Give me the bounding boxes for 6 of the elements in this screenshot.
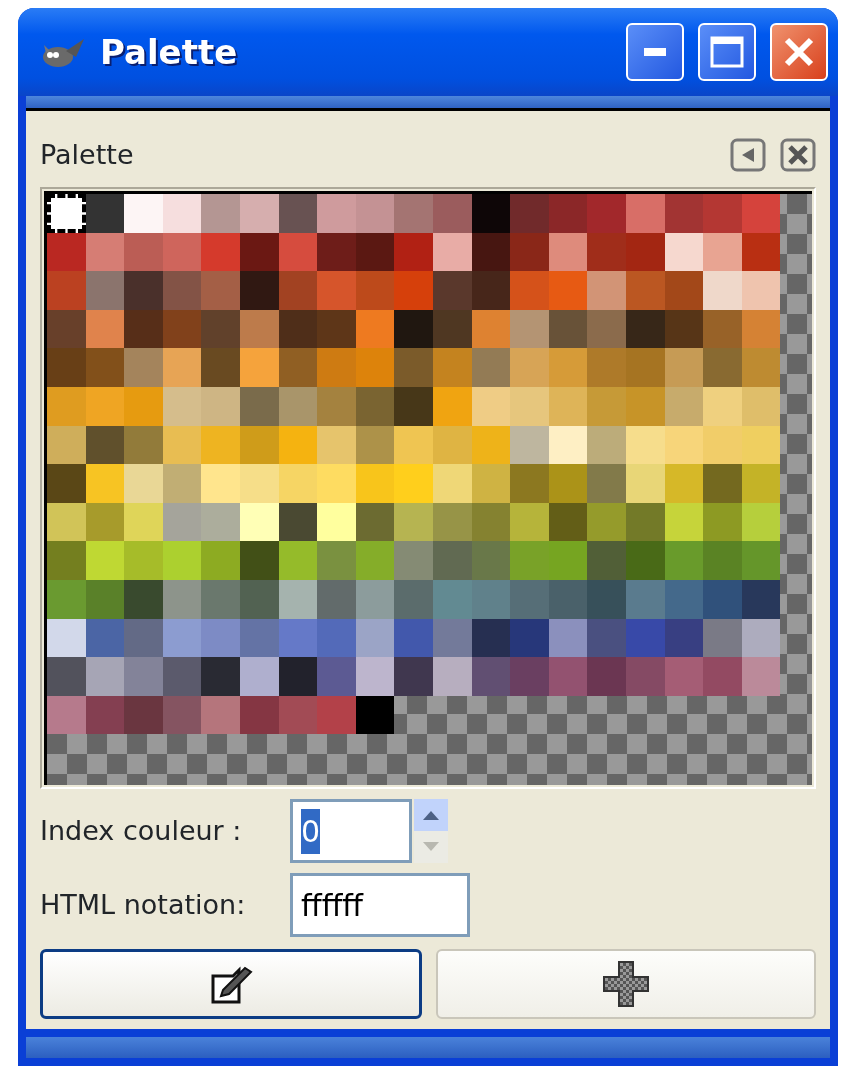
window-title: Palette <box>100 31 239 72</box>
panel-title: Palette <box>40 137 135 172</box>
html-notation-field[interactable]: ffffff <box>290 873 470 938</box>
field-label: Index couleur : <box>40 813 243 848</box>
field-label: HTML notation: <box>40 887 247 922</box>
index-field[interactable]: 0 <box>290 799 412 864</box>
